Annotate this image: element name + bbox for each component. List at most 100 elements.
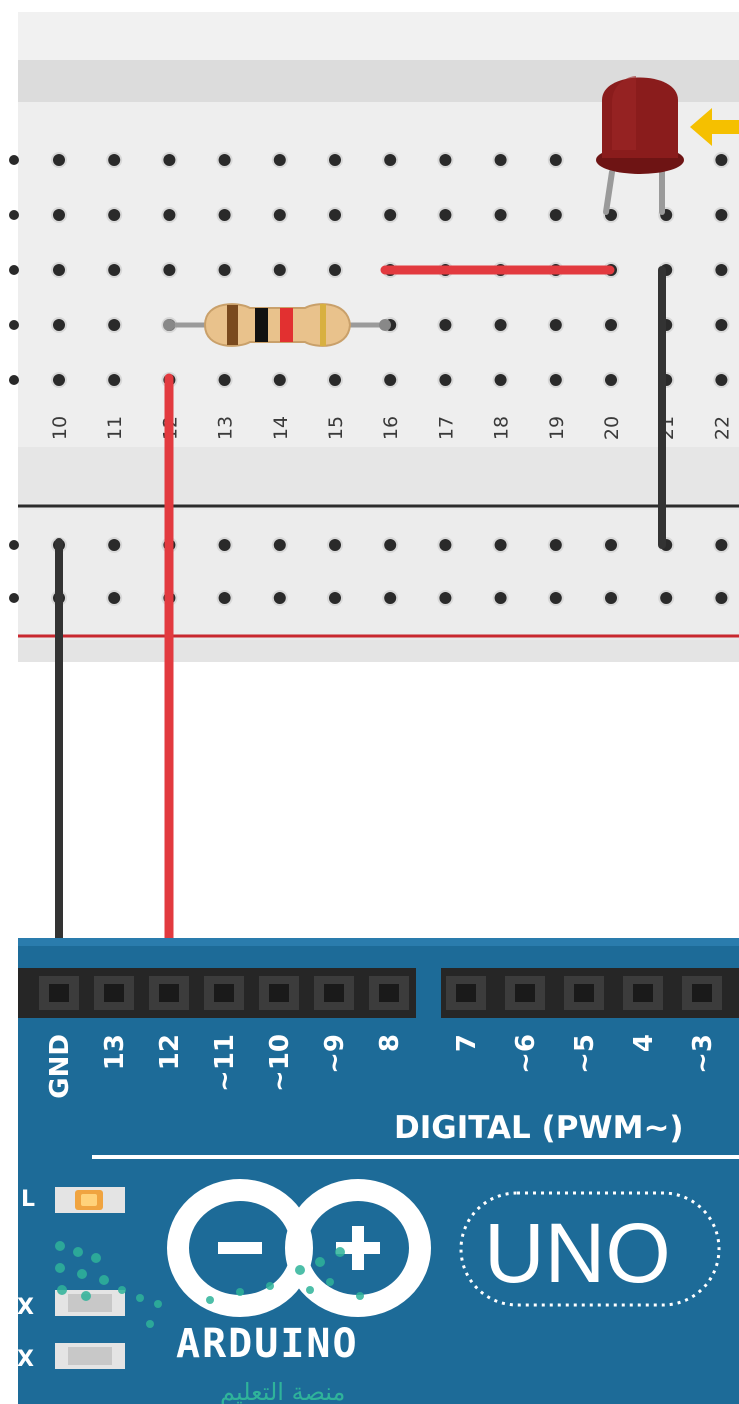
breadboard-hole-center bbox=[715, 264, 728, 276]
breadboard-hole-center bbox=[329, 209, 341, 221]
tx-label: X bbox=[17, 1295, 34, 1320]
rail-hole-center bbox=[329, 592, 341, 604]
rail-hole-center bbox=[384, 592, 397, 604]
header-socket-hole bbox=[574, 984, 594, 1002]
led-label: L bbox=[21, 1187, 35, 1212]
breadboard-hole-center bbox=[53, 154, 65, 166]
breadboard-hole-center bbox=[715, 209, 728, 221]
resistor-band-4 bbox=[320, 304, 326, 346]
resistor-band-2 bbox=[255, 308, 268, 342]
breadboard-hole-center bbox=[494, 319, 507, 331]
edge-hole bbox=[9, 375, 19, 385]
pin-label: 13 bbox=[100, 1034, 130, 1070]
breadboard-hole-center bbox=[715, 154, 728, 166]
breadboard-hole-center bbox=[384, 209, 397, 221]
header-socket-hole bbox=[214, 984, 234, 1002]
header-socket-hole bbox=[633, 984, 653, 1002]
rail-hole-center bbox=[605, 592, 617, 604]
header-socket-hole bbox=[692, 984, 712, 1002]
resistor-band-3 bbox=[280, 308, 293, 342]
breadboard-hole-center bbox=[273, 374, 286, 386]
breadboard-hole-center bbox=[53, 264, 65, 276]
brand-name: ARDUINO bbox=[176, 1321, 359, 1367]
rail-hole-center bbox=[218, 592, 231, 604]
breadboard-hole-center bbox=[108, 374, 121, 386]
breadboard-hole-center bbox=[108, 209, 121, 221]
breadboard-hole-center bbox=[218, 209, 231, 221]
watermark-text: منصة التعليم bbox=[220, 1378, 345, 1404]
pin-label: ~3 bbox=[688, 1034, 718, 1074]
pin-label: 12 bbox=[155, 1034, 185, 1070]
breadboard-hole-center bbox=[273, 209, 286, 221]
digital-label: DIGITAL (PWM~) bbox=[394, 1110, 684, 1146]
breadboard-hole-center bbox=[439, 209, 452, 221]
rail-hole-center bbox=[660, 592, 673, 604]
column-label: 16 bbox=[380, 416, 402, 440]
breadboard-hole-center bbox=[108, 319, 121, 331]
rail-hole-center bbox=[494, 539, 507, 551]
edge-hole bbox=[9, 155, 19, 165]
header-socket-hole bbox=[456, 984, 476, 1002]
header-socket-hole bbox=[49, 984, 69, 1002]
rail-hole-center bbox=[218, 539, 231, 551]
edge-hole bbox=[9, 210, 19, 220]
rail-hole-center bbox=[605, 539, 617, 551]
pin-label: ~9 bbox=[320, 1034, 350, 1074]
edge-hole bbox=[9, 265, 19, 275]
rail-hole-center bbox=[494, 592, 507, 604]
column-label: 15 bbox=[325, 416, 347, 440]
rail-hole-center bbox=[108, 592, 121, 604]
edge-hole bbox=[9, 540, 19, 550]
breadboard-hole-center bbox=[549, 209, 562, 221]
rail-hole-center bbox=[273, 539, 286, 551]
header-socket-hole bbox=[379, 984, 399, 1002]
circuit-diagram: 10111213141516171819202122 bbox=[9, 12, 739, 1404]
rail-hole-center bbox=[715, 592, 728, 604]
header-socket-hole bbox=[515, 984, 535, 1002]
breadboard-hole-center bbox=[715, 374, 728, 386]
breadboard-hole-center bbox=[329, 264, 341, 276]
column-label: 20 bbox=[601, 416, 623, 440]
arduino-board: GND 13 12 ~11 ~10 ~9 8 7 ~6 ~5 4 ~3 DIGITAL (PWM~) … bbox=[17, 938, 739, 1404]
column-label: 13 bbox=[215, 416, 237, 440]
breadboard-hole-center bbox=[439, 374, 452, 386]
rx-label: X bbox=[17, 1347, 34, 1372]
header-socket-hole bbox=[324, 984, 344, 1002]
breadboard-hole-center bbox=[494, 209, 507, 221]
breadboard-hole-center bbox=[53, 209, 65, 221]
breadboard-hole-center bbox=[494, 154, 507, 166]
breadboard-hole-center bbox=[549, 374, 562, 386]
pin-label: ~10 bbox=[265, 1034, 295, 1092]
column-label: 19 bbox=[546, 416, 568, 440]
breadboard-hole-center bbox=[163, 154, 176, 166]
header-socket-hole bbox=[104, 984, 124, 1002]
column-label: 22 bbox=[711, 416, 733, 440]
header-socket-hole bbox=[269, 984, 289, 1002]
rail-hole-center bbox=[439, 592, 452, 604]
breadboard-hole-center bbox=[384, 154, 397, 166]
breadboard-hole-center bbox=[715, 319, 728, 331]
breadboard-hole-center bbox=[53, 319, 65, 331]
rail-hole-center bbox=[273, 592, 286, 604]
resistor-band-1 bbox=[227, 305, 238, 345]
column-label: 18 bbox=[491, 416, 513, 440]
breadboard-hole-center bbox=[273, 264, 286, 276]
pin-label: ~6 bbox=[511, 1034, 541, 1074]
column-label: 17 bbox=[435, 416, 457, 440]
rail-hole-center bbox=[549, 592, 562, 604]
breadboard-hole-center bbox=[494, 374, 507, 386]
column-label: 10 bbox=[49, 416, 71, 440]
breadboard-hole-center bbox=[218, 154, 231, 166]
breadboard-hole-center bbox=[439, 154, 452, 166]
breadboard-hole-center bbox=[439, 319, 452, 331]
edge-hole bbox=[9, 320, 19, 330]
header-socket-hole bbox=[159, 984, 179, 1002]
column-label: 11 bbox=[104, 416, 126, 440]
pin-label: 4 bbox=[629, 1034, 659, 1052]
pin-label: 7 bbox=[452, 1034, 482, 1052]
breadboard-hole-center bbox=[605, 319, 617, 331]
breadboard-hole-center bbox=[218, 374, 231, 386]
rail-hole-center bbox=[715, 539, 728, 551]
column-label: 14 bbox=[270, 416, 292, 440]
rail-hole-center bbox=[108, 539, 121, 551]
